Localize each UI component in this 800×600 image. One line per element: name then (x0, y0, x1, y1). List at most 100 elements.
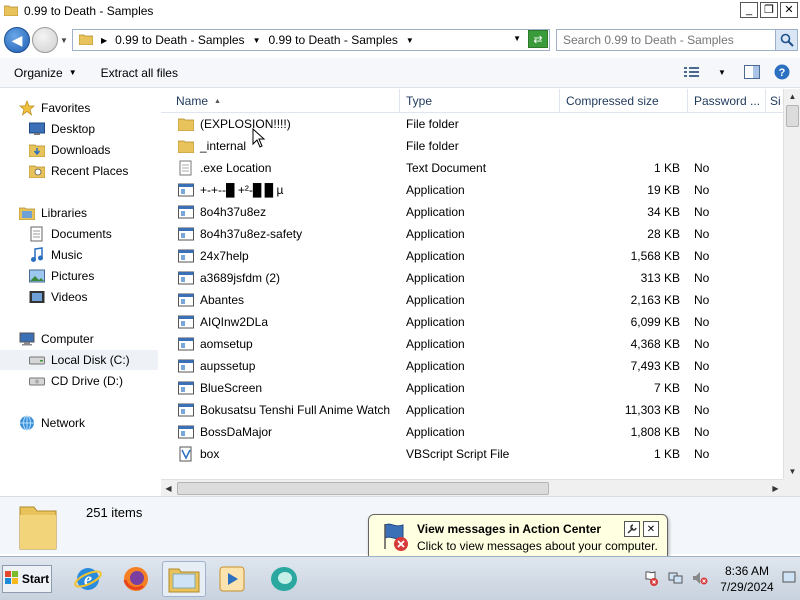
refresh-button[interactable]: ⇄ (528, 30, 548, 48)
clock[interactable]: 8:36 AM 7/29/2024 (712, 563, 782, 595)
close-button[interactable]: ✕ (780, 2, 798, 18)
nav-pictures[interactable]: Pictures (28, 266, 94, 286)
recent-pages-dropdown-icon[interactable]: ▼ (60, 36, 68, 45)
address-dropdown-icon[interactable]: ▼ (513, 34, 521, 43)
file-name-cell[interactable]: BossDaMajor (177, 421, 402, 443)
back-button[interactable]: ◀ (4, 27, 30, 53)
extract-all-files-button[interactable]: Extract all files (101, 66, 178, 80)
firefox-icon[interactable] (114, 561, 158, 597)
file-row[interactable]: BlueScreen Application 7 KB No (161, 377, 783, 399)
file-name-cell[interactable]: aupssetup (177, 355, 402, 377)
nav-music[interactable]: Music (28, 245, 82, 265)
nav-videos[interactable]: Videos (28, 287, 87, 307)
file-compressed-size: 7,493 KB (630, 359, 680, 373)
start-button[interactable]: Start (2, 565, 52, 593)
nav-computer[interactable]: Computer (18, 329, 94, 349)
nav-local-disk[interactable]: Local Disk (C:) (0, 350, 158, 370)
file-name-cell[interactable]: _internal (177, 135, 402, 157)
preview-pane-icon[interactable] (742, 63, 762, 81)
file-row[interactable]: .exe Location Text Document 1 KB No (161, 157, 783, 179)
file-row[interactable]: aomsetup Application 4,368 KB No (161, 333, 783, 355)
messenger-icon[interactable] (262, 561, 306, 597)
scroll-left-icon[interactable]: ◀ (161, 481, 176, 496)
horizontal-scroll-thumb[interactable] (177, 482, 549, 495)
column-header-compressed-size[interactable]: Compressed size (560, 89, 688, 113)
search-input[interactable] (563, 33, 763, 47)
vertical-scroll-thumb[interactable] (786, 105, 799, 127)
search-box[interactable] (556, 29, 798, 51)
file-explorer-taskbar-icon[interactable] (162, 561, 206, 597)
column-header-password[interactable]: Password ... (688, 89, 766, 113)
file-row[interactable]: +-+--█ +²-█ █ µ Application 19 KB No (161, 179, 783, 201)
chevron-down-icon[interactable]: ▼ (253, 36, 261, 45)
file-name-cell[interactable]: .exe Location (177, 157, 402, 179)
help-icon[interactable]: ? (772, 63, 792, 81)
file-name-cell[interactable]: AIQInw2DLa (177, 311, 402, 333)
file-row[interactable]: a3689jsfdm (2) Application 313 KB No (161, 267, 783, 289)
action-center-tray-icon[interactable] (644, 570, 660, 589)
volume-muted-icon[interactable] (692, 570, 708, 589)
network-tray-icon[interactable] (668, 570, 684, 589)
media-player-icon[interactable] (210, 561, 254, 597)
address-bar[interactable]: ▶ 0.99 to Death - Samples ▼ 0.99 to Deat… (72, 29, 550, 51)
nav-desktop[interactable]: Desktop (28, 119, 95, 139)
scroll-right-icon[interactable]: ▶ (768, 481, 783, 496)
organize-button[interactable]: Organize ▼ (14, 66, 77, 80)
file-compressed-size: 28 KB (647, 227, 680, 241)
scroll-up-icon[interactable]: ▲ (785, 89, 800, 104)
file-row[interactable]: 24x7help Application 1,568 KB No (161, 245, 783, 267)
notification-close-icon[interactable]: ✕ (643, 521, 659, 537)
nav-recent-places[interactable]: Recent Places (28, 161, 128, 181)
file-name-cell[interactable]: box (177, 443, 402, 465)
column-header-size[interactable]: Si (766, 89, 783, 113)
file-row[interactable]: aupssetup Application 7,493 KB No (161, 355, 783, 377)
file-name-cell[interactable]: 8o4h37u8ez-safety (177, 223, 402, 245)
maximize-button[interactable]: ❐ (760, 2, 778, 18)
minimize-button[interactable]: _ (740, 2, 758, 18)
file-name-cell[interactable]: 24x7help (177, 245, 402, 267)
scroll-down-icon[interactable]: ▼ (785, 464, 800, 479)
file-name-cell[interactable]: aomsetup (177, 333, 402, 355)
chevron-right-icon[interactable]: ▶ (101, 36, 107, 45)
file-name-cell[interactable]: Abantes (177, 289, 402, 311)
file-name-cell[interactable]: +-+--█ +²-█ █ µ (177, 179, 402, 201)
show-desktop-icon[interactable] (782, 570, 796, 589)
file-row[interactable]: 8o4h37u8ez-safety Application 28 KB No (161, 223, 783, 245)
file-row[interactable]: BossDaMajor Application 1,808 KB No (161, 421, 783, 443)
file-row[interactable]: 8o4h37u8ez Application 34 KB No (161, 201, 783, 223)
file-name-cell[interactable]: BlueScreen (177, 377, 402, 399)
column-header-type[interactable]: Type (400, 89, 560, 113)
file-name: AIQInw2DLa (200, 315, 269, 329)
chevron-down-icon[interactable]: ▼ (406, 36, 414, 45)
forward-button[interactable] (32, 27, 58, 53)
file-row[interactable]: Bokusatsu Tenshi Full Anime Watch Applica… (161, 399, 783, 421)
nav-network[interactable]: Network (18, 413, 85, 433)
breadcrumb-item[interactable]: 0.99 to Death - Samples (115, 33, 244, 47)
file-name-cell[interactable]: (EXPLOSION!!!!) (177, 113, 402, 135)
search-icon[interactable] (775, 30, 797, 50)
file-row[interactable]: AIQInw2DLa Application 6,099 KB No (161, 311, 783, 333)
nav-cd-drive[interactable]: CD Drive (D:) (28, 371, 123, 391)
horizontal-scrollbar[interactable]: ◀ ▶ (161, 479, 783, 496)
file-name-cell[interactable]: 8o4h37u8ez (177, 201, 402, 223)
nav-label: Network (41, 416, 86, 430)
file-name-cell[interactable]: Bokusatsu Tenshi Full Anime Watch (177, 399, 402, 421)
file-name: aupssetup (200, 359, 256, 373)
view-options-icon[interactable] (682, 63, 702, 81)
file-row[interactable]: box VBScript Script File 1 KB No (161, 443, 783, 465)
vertical-scrollbar[interactable]: ▲ ▼ (783, 89, 800, 479)
wrench-icon[interactable] (624, 521, 640, 537)
nav-documents[interactable]: Documents (28, 224, 112, 244)
breadcrumb-item[interactable]: 0.99 to Death - Samples (268, 33, 397, 47)
nav-libraries[interactable]: Libraries (18, 203, 87, 223)
file-row[interactable]: Abantes Application 2,163 KB No (161, 289, 783, 311)
file-password-protected: No (694, 315, 710, 329)
file-name-cell[interactable]: a3689jsfdm (2) (177, 267, 402, 289)
nav-favorites[interactable]: Favorites (18, 98, 90, 118)
action-center-notification[interactable]: View messages in Action Center Click to … (368, 514, 668, 573)
internet-explorer-icon[interactable]: e (66, 561, 110, 597)
column-header-name[interactable]: Name ▲ (161, 89, 400, 113)
nav-label: Recent Places (51, 164, 129, 178)
nav-downloads[interactable]: Downloads (28, 140, 110, 160)
view-dropdown-icon[interactable]: ▼ (712, 63, 732, 81)
